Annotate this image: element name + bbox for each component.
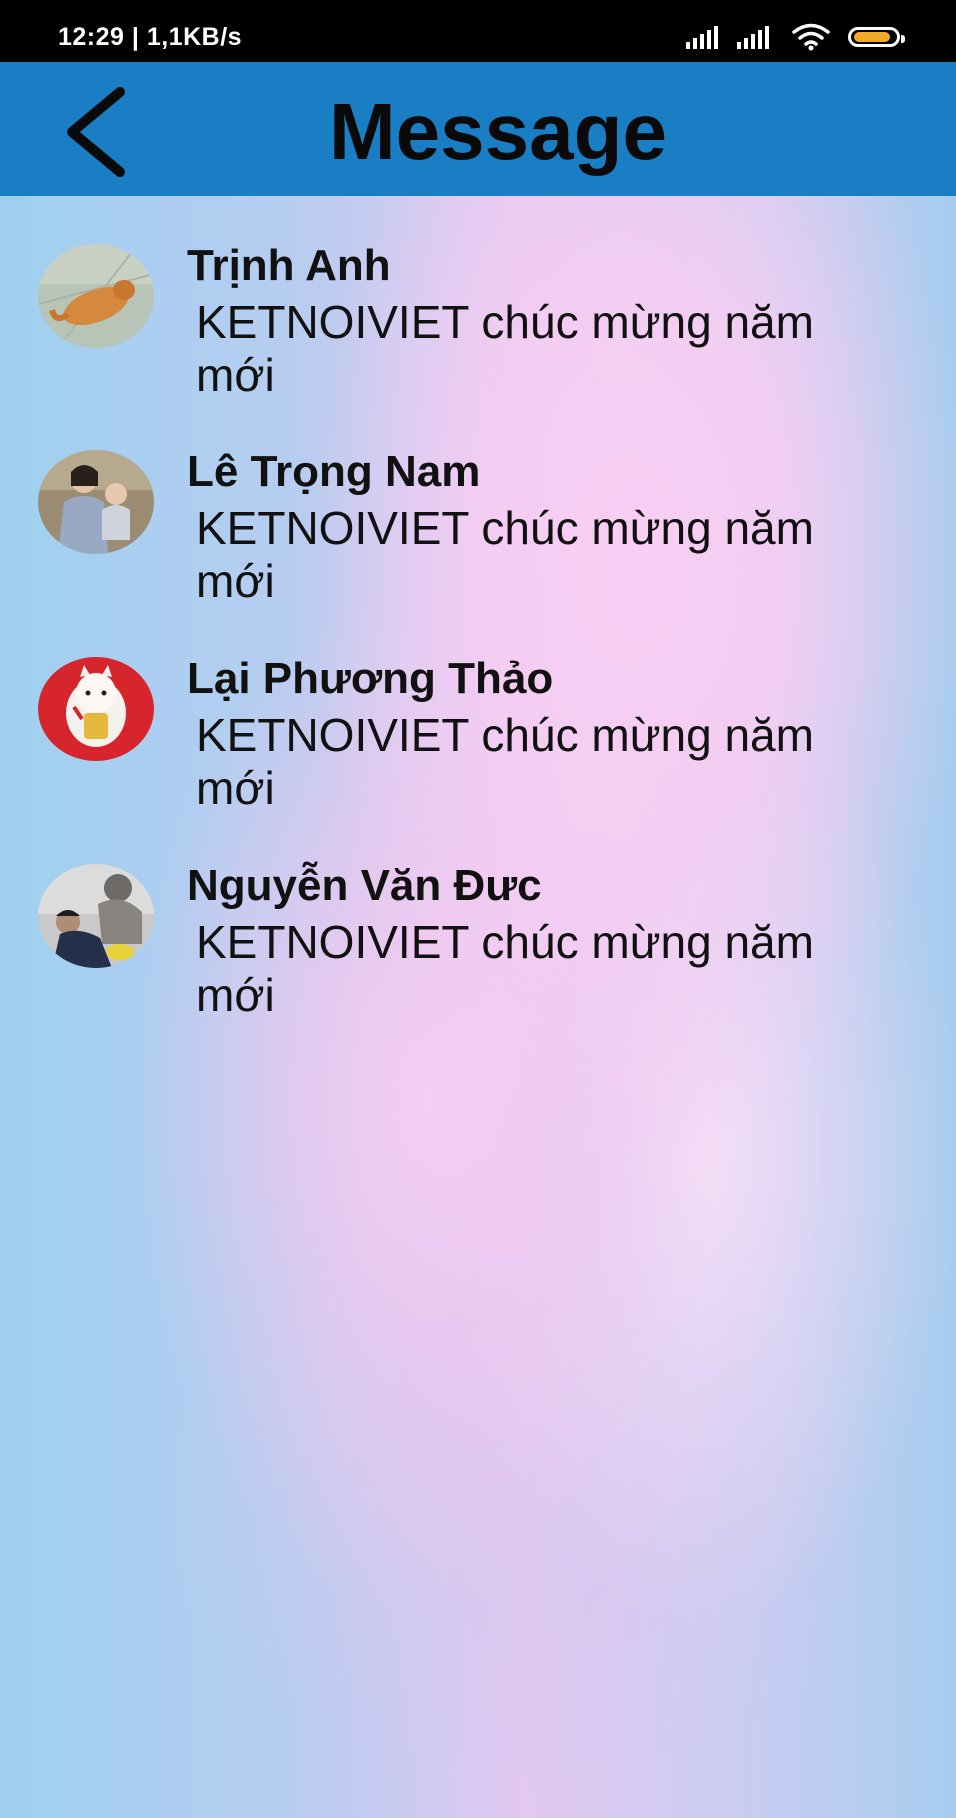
avatar <box>38 657 154 761</box>
list-item[interactable]: Lại Phương Thảo KETNOIVIET chúc mừng năm… <box>0 609 956 814</box>
list-item[interactable]: Lê Trọng Nam KETNOIVIET chúc mừng năm mớ… <box>0 402 956 607</box>
avatar <box>38 244 154 348</box>
page-title: Message <box>329 87 667 176</box>
battery-icon <box>848 27 905 47</box>
message-preview: KETNOIVIET chúc mừng năm mới <box>196 502 814 607</box>
sender-name: Nguyễn Văn Đưc <box>187 861 542 910</box>
avatar <box>38 450 154 554</box>
message-preview: KETNOIVIET chúc mừng năm mới <box>196 916 814 1021</box>
wifi-icon <box>792 23 830 51</box>
orange-cat-photo <box>38 244 154 348</box>
status-time: 12:29 | 1,1KB/s <box>58 23 243 51</box>
status-icons <box>686 20 905 54</box>
sender-name: Trịnh Anh <box>187 241 391 290</box>
person-photo <box>38 864 154 968</box>
cell-signal-icon <box>686 25 721 49</box>
sender-name: Lại Phương Thảo <box>187 654 554 703</box>
cell-signal-icon-2 <box>737 25 772 49</box>
list-item[interactable]: Nguyễn Văn Đưc KETNOIVIET chúc mừng năm … <box>0 816 956 1021</box>
woman-holding-child-photo <box>38 450 154 554</box>
message-preview: KETNOIVIET chúc mừng năm mới <box>196 296 814 401</box>
sender-name: Lê Trọng Nam <box>187 447 481 496</box>
avatar <box>38 864 154 968</box>
app-header: Message <box>0 62 956 196</box>
message-preview: KETNOIVIET chúc mừng năm mới <box>196 709 814 814</box>
lucky-cat-photo <box>38 657 154 761</box>
list-item[interactable]: Trịnh Anh KETNOIVIET chúc mừng năm mới <box>0 196 956 401</box>
status-bar: 12:29 | 1,1KB/s <box>0 0 956 62</box>
